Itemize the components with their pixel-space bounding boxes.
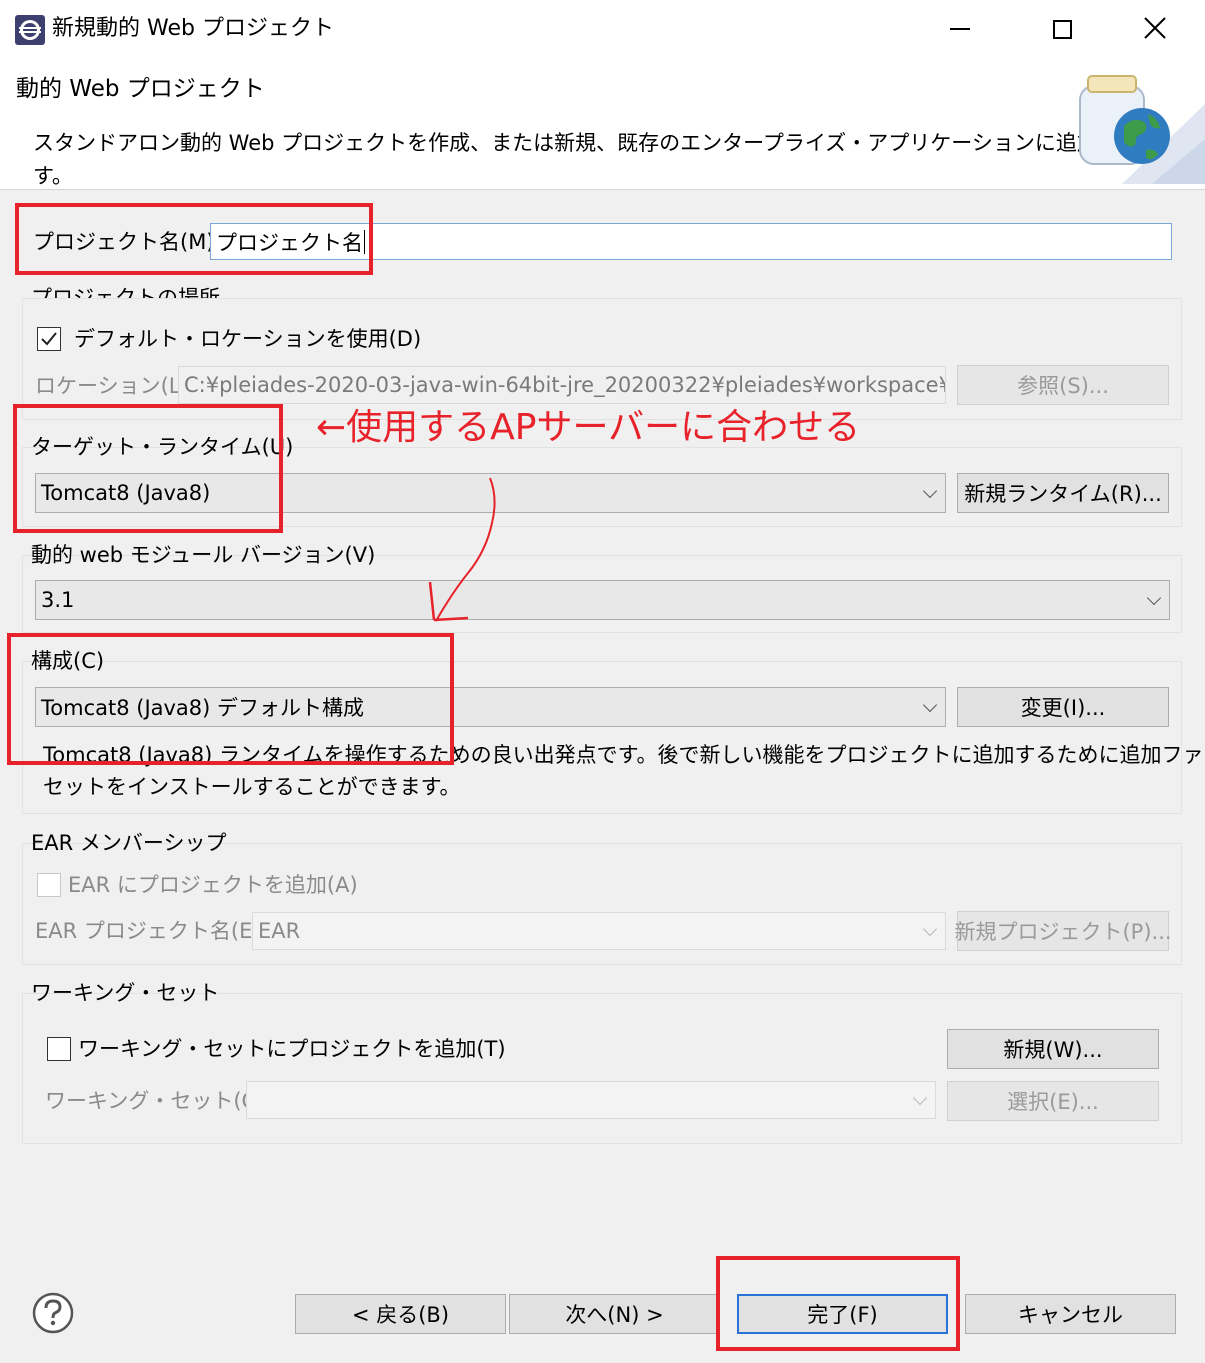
wizard-description-2: す。 [33, 164, 73, 188]
location-value: C:¥pleiades-2020-03-java-win-64bit-jre_2… [184, 373, 946, 397]
chevron-down-icon [922, 697, 938, 713]
chevron-down-icon [922, 483, 938, 499]
new-runtime-button[interactable]: 新規ランタイム(R)... [957, 473, 1169, 513]
maximize-icon[interactable] [1053, 20, 1072, 39]
checkmark-icon [41, 332, 57, 346]
new-ear-project-button: 新規プロジェクト(P)... [954, 911, 1172, 951]
highlight-project-name [15, 203, 373, 275]
add-to-working-set-label: ワーキング・セットにプロジェクトを追加(T) [78, 1037, 506, 1061]
wizard-heading: 動的 Web プロジェクト [16, 76, 265, 102]
back-button[interactable]: < 戻る(B) [295, 1294, 506, 1334]
ear-project-name-label: EAR プロジェクト名(E): [35, 919, 268, 943]
window-title: 新規動的 Web プロジェクト [52, 16, 334, 41]
help-icon[interactable] [32, 1292, 74, 1334]
configuration-description-2: セットをインストールすることができます。 [43, 775, 461, 799]
highlight-configuration [7, 633, 454, 765]
location-input: C:¥pleiades-2020-03-java-win-64bit-jre_2… [178, 366, 946, 404]
annotation-text: ←使用するAPサーバーに合わせる [316, 407, 861, 448]
minimize-icon[interactable] [950, 28, 970, 30]
browse-button: 参照(S)... [957, 365, 1169, 405]
ear-project-name-value: EAR [258, 919, 301, 943]
highlight-target-runtime [13, 404, 283, 533]
wizard-description-1: スタンドアロン動的 Web プロジェクトを作成、または新規、既存のエンタープライ… [33, 131, 1140, 155]
module-version-value: 3.1 [41, 588, 75, 612]
wizard-banner: 動的 Web プロジェクト スタンドアロン動的 Web プロジェクトを作成、また… [0, 58, 1205, 190]
module-version-combo[interactable]: 3.1 [35, 580, 1170, 620]
select-working-set-button: 選択(E)... [947, 1081, 1159, 1121]
use-default-location-label: デフォルト・ロケーションを使用(D) [74, 327, 422, 351]
cancel-button[interactable]: キャンセル [965, 1294, 1176, 1334]
add-to-ear-label: EAR にプロジェクトを追加(A) [68, 873, 358, 897]
jar-globe-icon [1062, 64, 1205, 184]
working-sets-label: ワーキング・セット(O): [45, 1089, 274, 1113]
new-working-set-button[interactable]: 新規(W)... [947, 1029, 1159, 1069]
ear-group-label: EAR メンバーシップ [31, 831, 227, 855]
use-default-location-checkbox[interactable] [37, 327, 61, 351]
location-label: ロケーション(L): [35, 374, 196, 398]
modify-configuration-button[interactable]: 変更(I)... [957, 687, 1169, 727]
highlight-finish-button [716, 1256, 960, 1351]
chevron-down-icon [922, 921, 938, 937]
arrow-annotation-icon [420, 470, 510, 630]
working-set-group-label: ワーキング・セット [31, 981, 220, 1005]
ear-project-name-combo: EAR [252, 912, 946, 950]
add-to-working-set-checkbox[interactable] [47, 1037, 71, 1061]
working-sets-combo [246, 1081, 936, 1119]
chevron-down-icon [1146, 590, 1162, 606]
title-bar: 新規動的 Web プロジェクト [0, 0, 1205, 58]
chevron-down-icon [912, 1090, 928, 1106]
next-button[interactable]: 次へ(N) > [509, 1294, 720, 1334]
eclipse-icon [14, 14, 46, 46]
module-version-label: 動的 web モジュール バージョン(V) [31, 543, 376, 567]
add-to-ear-checkbox [37, 873, 61, 897]
close-icon[interactable] [1143, 16, 1167, 40]
